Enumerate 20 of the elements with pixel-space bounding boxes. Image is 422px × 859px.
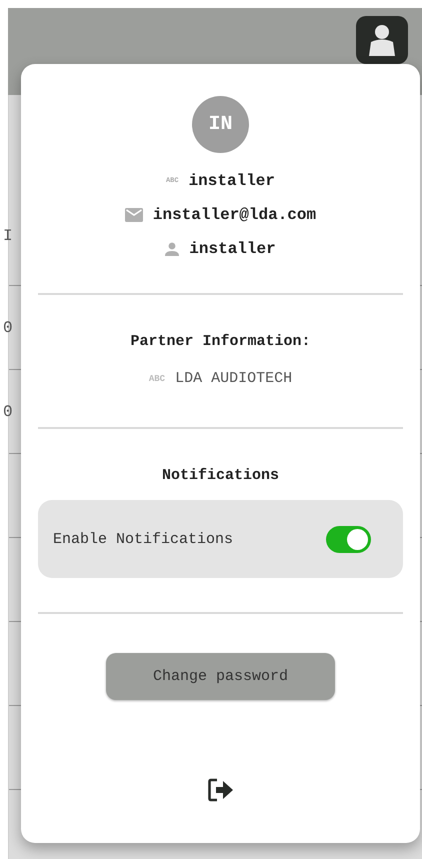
- toggle-switch[interactable]: [326, 526, 371, 552]
- table-cell: 0: [3, 402, 13, 420]
- table-cell: 0: [3, 318, 13, 336]
- profile-field: installer@lda.com: [152, 203, 316, 227]
- change-password-button[interactable]: Change password: [106, 653, 335, 700]
- section-title: Notifications: [162, 467, 280, 484]
- profile-field: installer: [188, 169, 275, 193]
- person-icon: [368, 24, 396, 56]
- logout-button[interactable]: [206, 776, 236, 804]
- abc-icon: ABC: [148, 374, 166, 384]
- partner-name: LDA AUDIOTECH: [175, 370, 292, 387]
- account-button[interactable]: [356, 16, 408, 64]
- person-icon: [165, 242, 180, 256]
- profile-field: installer: [189, 237, 276, 261]
- section-title: Partner Information:: [130, 333, 311, 350]
- initials-avatar: IN: [192, 96, 249, 153]
- setting-label: Enable Notifications: [53, 530, 234, 548]
- logout-icon: [208, 778, 234, 802]
- table-header: I: [3, 227, 13, 245]
- mail-icon: [124, 208, 143, 222]
